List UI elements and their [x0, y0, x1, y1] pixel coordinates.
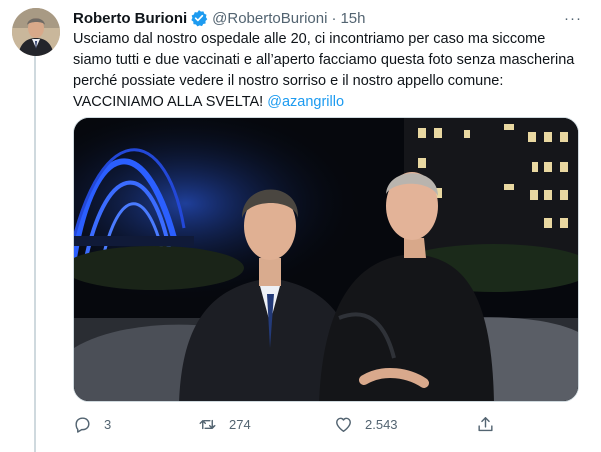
mention-link[interactable]: @azangrillo [267, 94, 344, 110]
avatar[interactable] [12, 8, 60, 56]
photo-image [74, 118, 578, 401]
retweet-count: 274 [229, 416, 251, 432]
like-button[interactable]: 2.543 [334, 415, 398, 434]
avatar-image [12, 8, 60, 56]
tweet-actions: 3 274 2.543 [73, 412, 579, 436]
reply-icon [73, 415, 92, 434]
verified-badge-icon [190, 9, 208, 27]
more-options-icon[interactable]: ··· [561, 8, 585, 28]
separator-dot: · [331, 9, 337, 27]
author-handle[interactable]: @RobertoBurioni [212, 10, 327, 27]
heart-icon [334, 415, 353, 434]
tweet-timestamp[interactable]: 15h [340, 10, 365, 27]
tweet-text: Usciamo dal nostro ospedale alle 20, ci … [73, 29, 579, 113]
tweet-header: Roberto Burioni @RobertoBurioni · 15h [73, 8, 365, 28]
retweet-icon [198, 415, 217, 434]
like-count: 2.543 [365, 416, 398, 432]
retweet-button[interactable]: 274 [198, 415, 251, 434]
reply-count: 3 [104, 416, 112, 432]
share-icon [476, 415, 495, 434]
reply-button[interactable]: 3 [73, 415, 111, 434]
author-name[interactable]: Roberto Burioni [73, 10, 187, 27]
tweet-photo[interactable] [73, 117, 579, 402]
share-button[interactable] [476, 415, 507, 434]
thread-line [34, 56, 36, 452]
